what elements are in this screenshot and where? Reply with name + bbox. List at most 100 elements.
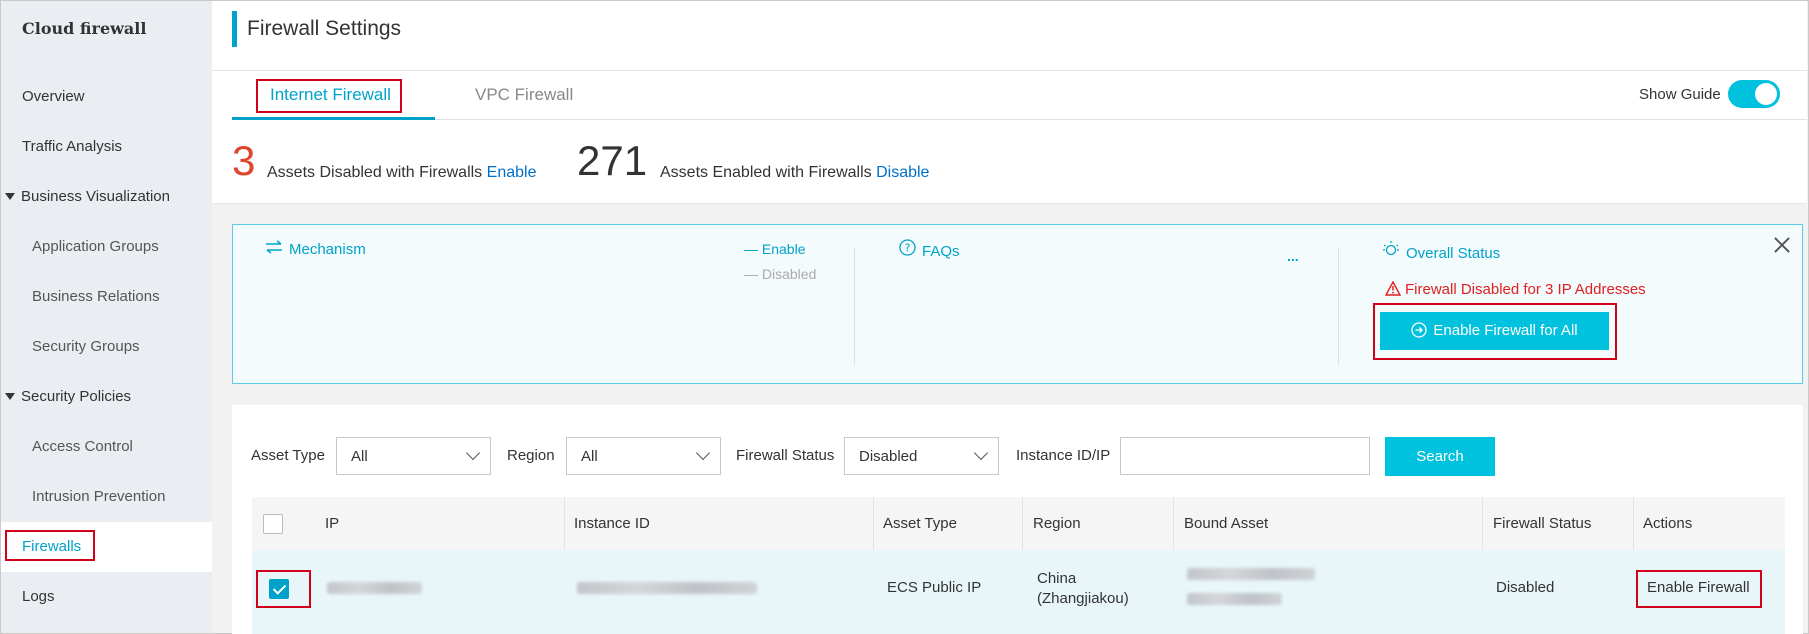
- tab-vpc-firewall[interactable]: VPC Firewall: [475, 85, 573, 105]
- column-header-asset-type: Asset Type: [883, 515, 957, 532]
- disabled-count: 3: [232, 137, 256, 184]
- tab-divider: [232, 119, 1807, 120]
- enable-firewall-for-all-button[interactable]: Enable Firewall for All: [1380, 312, 1609, 350]
- warning-icon: [1384, 280, 1402, 300]
- faqs-title: FAQs: [922, 243, 960, 260]
- instance-id-label: Instance ID/IP: [1016, 447, 1111, 464]
- show-guide-label: Show Guide: [1639, 86, 1721, 103]
- row-checkbox[interactable]: [269, 579, 289, 599]
- enable-firewall-link[interactable]: Enable Firewall: [1647, 579, 1750, 596]
- instance-id-input[interactable]: [1120, 437, 1370, 475]
- column-divider: [1173, 497, 1174, 550]
- chevron-down-icon: [973, 445, 989, 461]
- table-header: IP Instance ID Asset Type Region Bound A…: [252, 497, 1785, 550]
- sidebar-item-label: Intrusion Prevention: [32, 488, 166, 505]
- column-divider: [1482, 497, 1483, 550]
- asset-type-select[interactable]: All: [336, 437, 491, 475]
- asset-stats: 3 Assets Disabled with Firewalls Enable …: [212, 121, 1807, 204]
- enable-all-label: Enable Firewall for All: [1433, 322, 1578, 339]
- column-divider: [873, 497, 874, 550]
- show-guide-toggle[interactable]: [1728, 80, 1780, 108]
- active-tab-underline: [232, 117, 435, 120]
- column-header-bound-asset: Bound Asset: [1184, 515, 1269, 532]
- disabled-stat-text: Assets Disabled with Firewalls Enable: [267, 164, 536, 182]
- column-header-actions: Actions: [1643, 515, 1693, 532]
- exchange-icon: [265, 240, 283, 258]
- caret-down-icon: [5, 193, 15, 200]
- chevron-down-icon: [465, 445, 481, 461]
- overall-status-heading: Overall Status: [1382, 240, 1500, 262]
- sidebar-item-label: Logs: [22, 588, 55, 605]
- region-label: Region: [507, 447, 555, 464]
- brand: Cloud firewall: [1, 1, 212, 71]
- sidebar-item-business-relations[interactable]: Business Relations: [1, 272, 212, 322]
- sidebar-item-security-groups[interactable]: Security Groups: [1, 322, 212, 372]
- sidebar-item-overview[interactable]: Overview: [1, 72, 212, 122]
- toggle-knob: [1755, 83, 1777, 105]
- enable-link[interactable]: Enable: [487, 164, 537, 181]
- legend-enable: — Enable: [744, 241, 806, 257]
- panel-separator: [1338, 247, 1339, 365]
- sidebar-item-access-control[interactable]: Access Control: [1, 422, 212, 472]
- search-button[interactable]: Search: [1385, 437, 1495, 476]
- disabled-label: Assets Disabled with Firewalls: [267, 164, 483, 181]
- sidebar-item-label: Firewalls: [22, 538, 82, 555]
- svg-text:?: ?: [905, 242, 911, 255]
- firewall-status-select[interactable]: Disabled: [844, 437, 999, 475]
- mechanism-title: Mechanism: [289, 241, 366, 258]
- column-header-firewall-status: Firewall Status: [1493, 515, 1592, 532]
- sidebar-item-intrusion-prevention[interactable]: Intrusion Prevention: [1, 472, 212, 522]
- warning-text: Firewall Disabled for 3 IP Addresses: [1405, 281, 1646, 298]
- column-header-region: Region: [1033, 515, 1081, 532]
- sidebar-item-label: Business Relations: [32, 288, 160, 305]
- ip-redacted: [327, 582, 422, 594]
- mechanism-heading: Mechanism: [265, 240, 366, 258]
- sidebar-item-application-groups[interactable]: Application Groups: [1, 222, 212, 272]
- region-line: China: [1037, 570, 1077, 587]
- bound-asset-name-redacted: [1187, 568, 1315, 580]
- column-divider: [1633, 497, 1634, 550]
- sidebar-group-business-visualization[interactable]: Business Visualization: [1, 172, 212, 222]
- legend-disabled: — Disabled: [744, 266, 817, 282]
- cell-region: China (Zhangjiakou): [1037, 569, 1129, 609]
- table-row[interactable]: ECS Public IP China (Zhangjiakou) Disabl…: [252, 550, 1785, 634]
- sidebar-group-security-policies[interactable]: Security Policies: [1, 372, 212, 422]
- sidebar-item-traffic-analysis[interactable]: Traffic Analysis: [1, 122, 212, 172]
- faqs-heading: ? FAQs: [899, 239, 960, 260]
- sidebar: Cloud firewall Overview Traffic Analysis…: [1, 1, 212, 633]
- brand-title: Cloud firewall: [22, 19, 147, 38]
- column-divider: [564, 497, 565, 550]
- asset-type-label: Asset Type: [251, 447, 325, 464]
- help-circle-icon: ?: [899, 239, 916, 260]
- region-select[interactable]: All: [566, 437, 721, 475]
- sidebar-item-label: Application Groups: [32, 238, 159, 255]
- firewall-status-label: Firewall Status: [736, 447, 835, 464]
- panel-separator: [854, 247, 855, 365]
- select-value: All: [581, 448, 598, 465]
- sidebar-item-logs[interactable]: Logs: [1, 572, 212, 622]
- tab-internet-firewall[interactable]: Internet Firewall: [270, 85, 391, 105]
- enabled-count: 271: [577, 137, 648, 184]
- select-all-checkbox[interactable]: [263, 514, 283, 534]
- firewall-warning: Firewall Disabled for 3 IP Addresses: [1384, 280, 1646, 300]
- sidebar-item-label: Overview: [22, 88, 85, 105]
- guide-panel: Mechanism — Enable — Disabled ? FAQs ...…: [232, 224, 1803, 384]
- caret-down-icon: [5, 393, 15, 400]
- column-header-instance-id: Instance ID: [574, 515, 650, 532]
- sidebar-item-label: Business Visualization: [21, 188, 170, 205]
- instance-id-redacted: [577, 582, 757, 594]
- select-value: Disabled: [859, 448, 918, 465]
- disable-link[interactable]: Disable: [876, 164, 929, 181]
- bound-asset-ip-redacted: [1187, 593, 1282, 605]
- tab-bar: Internet Firewall VPC Firewall Show Guid…: [212, 71, 1807, 121]
- cell-firewall-status: Disabled: [1496, 579, 1555, 596]
- page-header: Firewall Settings: [212, 1, 1807, 71]
- arrow-circle-icon: [1411, 315, 1428, 353]
- sidebar-item-firewalls[interactable]: Firewalls: [1, 522, 212, 572]
- cell-asset-type: ECS Public IP: [887, 579, 982, 596]
- close-icon[interactable]: [1772, 235, 1792, 255]
- region-line: (Zhangjiakou): [1037, 590, 1129, 607]
- faqs-more[interactable]: ...: [1287, 248, 1299, 264]
- sidebar-item-label: Security Policies: [21, 388, 132, 405]
- enabled-stat-text: Assets Enabled with Firewalls Disable: [660, 164, 929, 182]
